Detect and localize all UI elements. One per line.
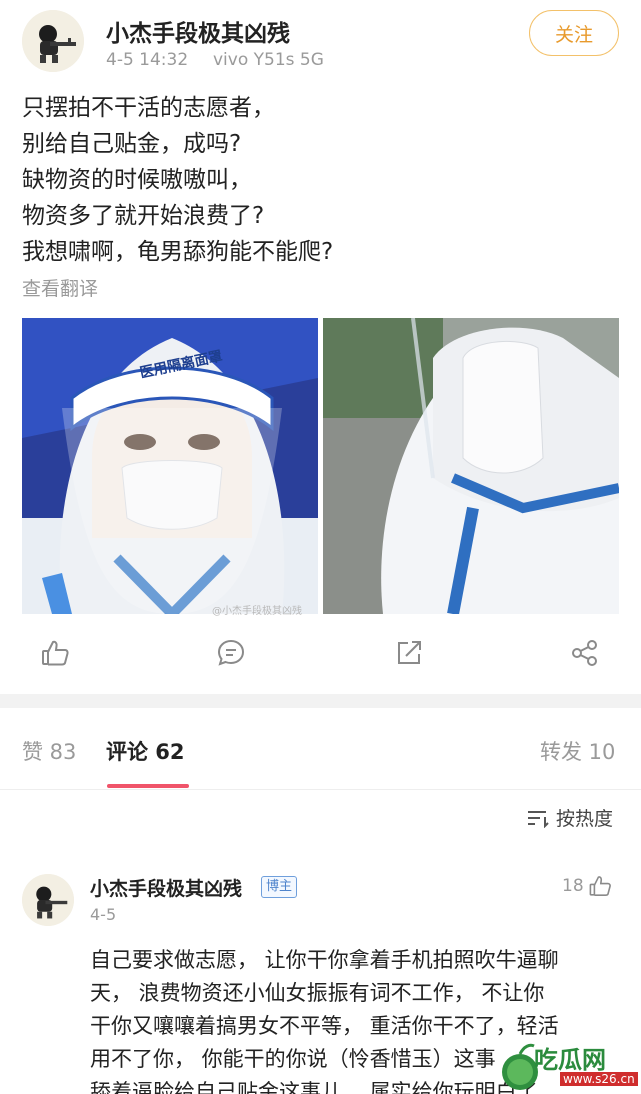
follow-button[interactable]: 关注	[529, 10, 619, 56]
post-meta: 4-5 14:32 vivo Y51s 5G	[106, 50, 324, 70]
share-out-icon[interactable]	[394, 638, 428, 672]
owner-badge: 博主	[261, 876, 298, 898]
sort-label: 按热度	[556, 808, 614, 830]
interaction-tabs: 赞 83 评论 62 转发 10	[0, 708, 641, 790]
post-text: 只摆拍不干活的志愿者， 别给自己贴金，成吗? 缺物资的时候嗷嗷叫， 物资多了就开…	[22, 90, 622, 270]
post-photo-1[interactable]: 医用隔离面罩	[22, 318, 318, 614]
share-nodes-icon[interactable]	[570, 638, 604, 672]
comment-avatar[interactable]	[22, 874, 74, 926]
post-photo-2[interactable]	[323, 318, 619, 614]
sort-toggle[interactable]: 按热度	[526, 804, 613, 831]
post-username[interactable]: 小杰手段极其凶残	[106, 14, 290, 48]
thumb-up-icon	[589, 876, 611, 896]
section-divider	[0, 694, 641, 708]
comment-text-line: 自己要求做志愿， 让你干你拿着手机拍照吹牛逼聊	[90, 948, 559, 972]
translate-link[interactable]: 查看翻译	[22, 274, 98, 301]
comment-date: 4-5	[90, 905, 117, 924]
comment-text-line: 天， 浪费物资还小仙女振振有词不工作， 不让你	[90, 981, 545, 1005]
comment-username[interactable]: 小杰手段极其凶残	[90, 874, 242, 901]
tab-comments[interactable]: 评论 62	[106, 736, 185, 766]
thumb-up-icon[interactable]	[40, 638, 74, 672]
tab-reposts[interactable]: 转发 10	[540, 736, 615, 766]
post-text-line: 缺物资的时候嗷嗷叫，	[22, 167, 252, 193]
comment-like-button[interactable]: 18	[562, 874, 612, 898]
user-avatar[interactable]	[22, 10, 84, 72]
site-logo-url: www.s26.cn	[560, 1072, 638, 1086]
tab-likes[interactable]: 赞 83	[22, 736, 76, 766]
photo-watermark: @小杰手段极其凶残	[212, 606, 302, 617]
post-header: 小杰手段极其凶残 4-5 14:32 vivo Y51s 5G 关注	[0, 0, 641, 80]
post-time: 4-5 14:32	[106, 50, 189, 70]
post-action-bar	[0, 630, 641, 684]
post-device: vivo Y51s 5G	[212, 50, 324, 70]
post-text-line: 只摆拍不干活的志愿者，	[22, 95, 275, 121]
comment-bubble-icon[interactable]	[216, 638, 250, 672]
post-text-line: 我想啸啊，龟男舔狗能不能爬?	[22, 239, 334, 265]
site-logo-name: 吃瓜网	[534, 1045, 606, 1074]
post-text-line: 物资多了就开始浪费了?	[22, 203, 265, 229]
post-text-line: 别给自己贴金，成吗?	[22, 131, 242, 157]
comment-like-count: 18	[562, 876, 584, 896]
sort-lines-icon	[528, 810, 549, 828]
active-tab-indicator	[107, 784, 189, 788]
